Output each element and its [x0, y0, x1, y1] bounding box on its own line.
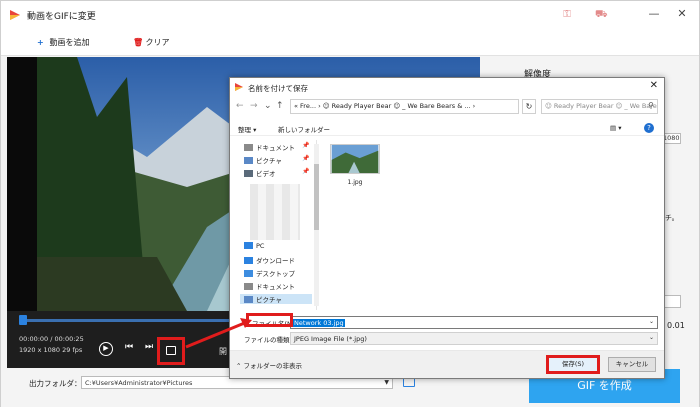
annotation-arrow [185, 318, 252, 349]
